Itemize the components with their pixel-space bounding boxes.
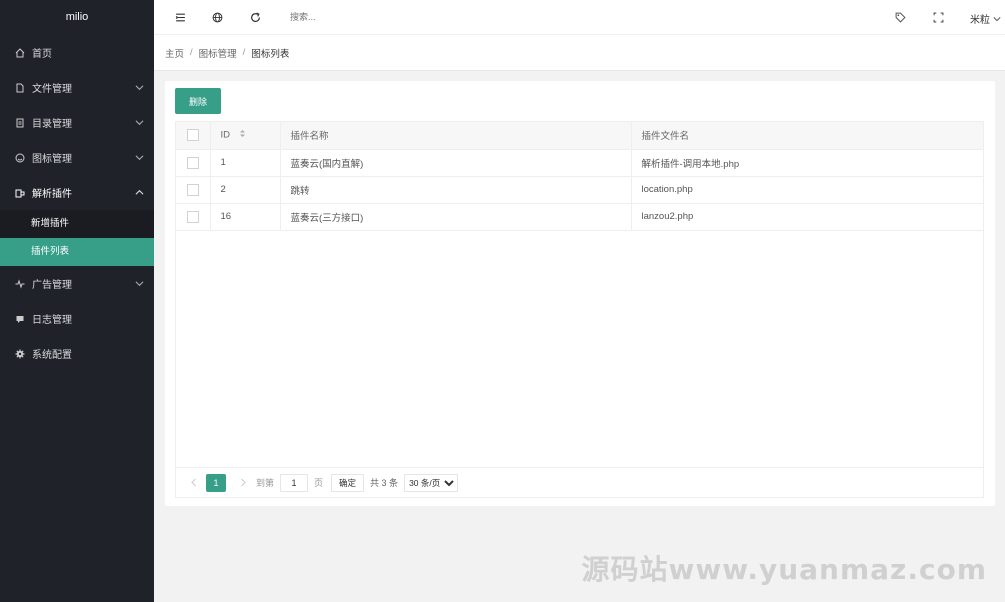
row-checkbox[interactable] <box>187 156 199 169</box>
sidebar-item-label: 文件管理 <box>32 84 72 95</box>
current-page[interactable]: 1 <box>206 473 226 492</box>
tag-icon[interactable] <box>894 11 906 23</box>
sidebar-subitem-plugin-list[interactable]: 插件列表 <box>0 238 154 266</box>
cell-id: 1 <box>210 149 281 177</box>
menu-toggle-icon[interactable] <box>174 11 186 23</box>
column-label: ID <box>220 129 231 141</box>
sidebar-item-label: 日志管理 <box>32 315 72 326</box>
top-header: 米粒 <box>154 0 1005 35</box>
sidebar-item-label: 广告管理 <box>32 280 72 291</box>
breadcrumb: 主页 / 图标管理 / 图标列表 <box>154 35 1005 71</box>
log-icon <box>14 313 26 325</box>
row-checkbox-cell <box>176 149 211 177</box>
table-row[interactable]: 1 蓝奏云(国内直解) 解析插件-调用本地.php <box>176 149 983 177</box>
plugins-submenu: 新增插件 插件列表 <box>0 210 154 266</box>
sidebar-item-plugins[interactable]: 解析插件 <box>0 175 154 210</box>
cell-file: 解析插件-调用本地.php <box>631 149 983 177</box>
cell-file: location.php <box>631 176 983 204</box>
cell-name: 跳转 <box>280 176 632 204</box>
sidebar-subitem-add-plugin[interactable]: 新增插件 <box>0 210 154 238</box>
sidebar-item-directories[interactable]: 目录管理 <box>0 105 154 140</box>
fullscreen-icon[interactable] <box>932 11 944 23</box>
app-logo[interactable]: milio <box>0 0 154 35</box>
sidebar-item-home[interactable]: 首页 <box>0 35 154 70</box>
refresh-icon[interactable] <box>249 11 261 23</box>
column-header-file: 插件文件名 <box>631 122 983 150</box>
total-count: 共 3 条 <box>370 478 399 488</box>
user-name: 米粒 <box>970 15 990 26</box>
content-card: 删除 ID 插件名称 插件文件名 1 蓝奏云(国内直解) 解析插件-调用本地.p… <box>165 81 995 506</box>
sidebar-item-label: 系统配置 <box>32 350 72 361</box>
sidebar-item-label: 解析插件 <box>32 189 72 200</box>
breadcrumb-home[interactable]: 主页 <box>165 46 184 60</box>
delete-button[interactable]: 删除 <box>175 88 221 114</box>
cell-name: 蓝奏云(国内直解) <box>280 149 632 177</box>
table-row[interactable]: 16 蓝奏云(三方接口) lanzou2.php <box>176 203 983 231</box>
confirm-page-button[interactable]: 确定 <box>331 473 365 492</box>
select-all-checkbox[interactable] <box>187 129 199 142</box>
plugin-table: ID 插件名称 插件文件名 1 蓝奏云(国内直解) 解析插件-调用本地.php … <box>175 121 984 498</box>
plugin-icon <box>14 187 26 199</box>
breadcrumb-section[interactable]: 图标管理 <box>199 46 237 60</box>
sidebar-item-label: 目录管理 <box>32 119 72 130</box>
chevron-up-icon <box>135 189 144 195</box>
header-checkbox-cell <box>176 122 211 150</box>
gear-icon <box>14 348 26 360</box>
search-input[interactable] <box>290 9 450 25</box>
sidebar-item-ads[interactable]: 广告管理 <box>0 266 154 301</box>
table-row[interactable]: 2 跳转 location.php <box>176 176 983 204</box>
goto-label: 到第 <box>256 478 275 488</box>
column-header-id[interactable]: ID <box>210 122 281 150</box>
sort-icon[interactable] <box>239 129 246 141</box>
cell-name: 蓝奏云(三方接口) <box>280 203 632 231</box>
sidebar-item-label: 首页 <box>32 49 52 60</box>
user-menu[interactable]: 米粒 <box>970 11 1001 26</box>
page-number-input[interactable] <box>280 473 309 492</box>
chevron-down-icon <box>135 85 144 91</box>
sidebar-item-icons[interactable]: 图标管理 <box>0 140 154 175</box>
smile-icon <box>14 152 26 164</box>
next-page-icon[interactable] <box>236 476 250 490</box>
chevron-down-icon <box>135 155 144 161</box>
cell-file: lanzou2.php <box>631 203 983 231</box>
sidebar-item-files[interactable]: 文件管理 <box>0 70 154 105</box>
pulse-icon <box>14 278 26 290</box>
row-checkbox[interactable] <box>187 183 199 196</box>
sidebar: milio 首页 文件管理 目录管理 图标管理 解析插件 新增插件 插件列表 广… <box>0 0 154 602</box>
page-unit-label: 页 <box>314 478 324 488</box>
row-checkbox-cell <box>176 203 211 231</box>
cell-id: 16 <box>210 203 281 231</box>
sidebar-item-settings[interactable]: 系统配置 <box>0 336 154 371</box>
row-checkbox-cell <box>176 176 211 204</box>
watermark: 源码站www.yuanmaz.com <box>581 553 987 586</box>
sidebar-item-logs[interactable]: 日志管理 <box>0 301 154 336</box>
sidebar-item-label: 图标管理 <box>32 154 72 165</box>
chevron-down-icon <box>135 281 144 287</box>
cell-id: 2 <box>210 176 281 204</box>
breadcrumb-separator: / <box>190 47 193 58</box>
column-header-name: 插件名称 <box>280 122 632 150</box>
page-size-select[interactable]: 30 条/页 <box>404 473 459 492</box>
chevron-down-icon <box>993 16 1001 21</box>
file-icon <box>14 82 26 94</box>
globe-icon[interactable] <box>211 11 223 23</box>
prev-page-icon[interactable] <box>186 476 200 490</box>
folder-icon <box>14 117 26 129</box>
chevron-down-icon <box>135 120 144 126</box>
breadcrumb-current: 图标列表 <box>251 48 290 60</box>
breadcrumb-separator: / <box>242 47 246 58</box>
home-icon <box>14 47 26 59</box>
pagination: 1 到第 页 确定 共 3 条 30 条/页 <box>176 467 983 497</box>
row-checkbox[interactable] <box>187 210 199 223</box>
table-header-row: ID 插件名称 插件文件名 <box>176 122 983 150</box>
